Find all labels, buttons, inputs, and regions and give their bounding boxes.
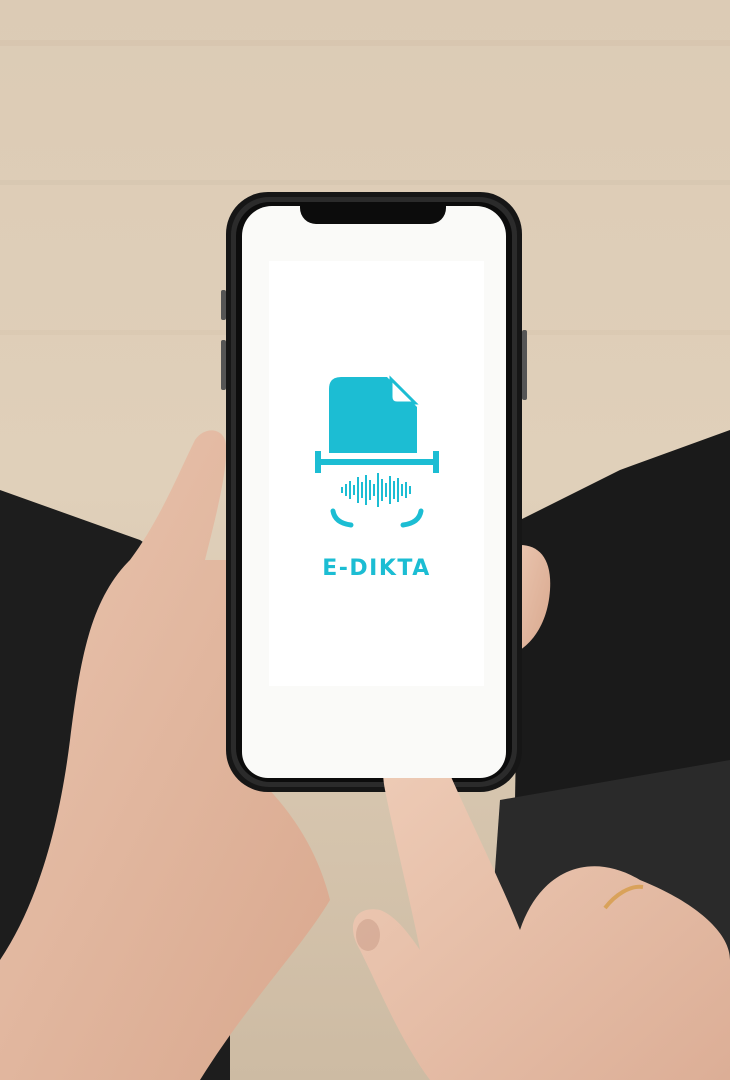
document-soundwave-scan-icon: [315, 375, 439, 528]
photo-scene: E-DIKTA: [0, 0, 730, 1080]
phone-screen[interactable]: E-DIKTA: [242, 206, 506, 778]
phone-notch: [300, 202, 446, 224]
app-title: E-DIKTA: [322, 556, 431, 581]
splash-card: E-DIKTA: [269, 261, 484, 686]
